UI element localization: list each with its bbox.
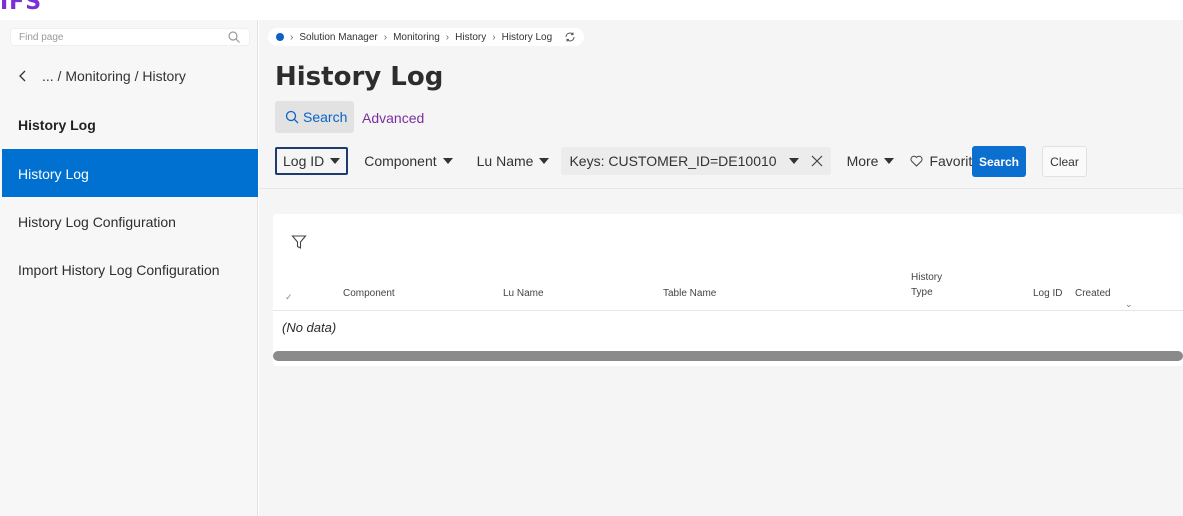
horizontal-scrollbar[interactable] xyxy=(273,351,1183,361)
sidebar-item-label: History Log Configuration xyxy=(18,214,176,230)
filter-bar: Log ID Component Lu Name Keys: CUSTOMER_… xyxy=(275,147,993,175)
main-content: › Solution Manager › Monitoring › Histor… xyxy=(259,20,1183,516)
status-dot-icon xyxy=(276,33,284,41)
ifs-logo: IFS xyxy=(0,0,43,15)
column-header-created[interactable]: Created xyxy=(1075,288,1111,299)
clear-button[interactable]: Clear xyxy=(1042,146,1087,177)
empty-state-text: (No data) xyxy=(282,320,337,335)
select-all-check-icon[interactable]: ✓ xyxy=(285,292,293,303)
breadcrumb-monitoring[interactable]: Monitoring xyxy=(393,32,440,43)
column-header-history-type-line2: Type xyxy=(911,287,933,298)
chevron-right-icon: › xyxy=(445,31,450,43)
filter-keys-chip[interactable]: Keys: CUSTOMER_ID=DE10010 xyxy=(561,147,831,175)
tab-advanced[interactable]: Advanced xyxy=(362,110,424,126)
heart-icon xyxy=(910,155,923,167)
back-path-label: ... / Monitoring / History xyxy=(42,68,186,84)
find-page-input[interactable]: Find page xyxy=(10,28,250,46)
sidebar-item-label: History Log xyxy=(18,166,89,182)
filter-keys-label: Keys: CUSTOMER_ID=DE10010 xyxy=(569,153,777,169)
column-header-log-id[interactable]: Log ID xyxy=(1033,288,1062,299)
back-navigation[interactable]: ... / Monitoring / History xyxy=(18,68,186,84)
filter-more[interactable]: More xyxy=(841,147,901,175)
find-page-placeholder: Find page xyxy=(19,32,64,43)
column-header-lu-name[interactable]: Lu Name xyxy=(503,288,544,299)
filter-log-id[interactable]: Log ID xyxy=(275,147,349,175)
search-button[interactable]: Search xyxy=(972,146,1026,177)
column-header-history-type[interactable]: History Type xyxy=(911,272,942,298)
filter-label: Log ID xyxy=(283,153,325,169)
divider xyxy=(259,188,1183,189)
sidebar-item-history-log[interactable]: History Log xyxy=(2,149,258,197)
page-title: History Log xyxy=(275,62,444,92)
search-icon xyxy=(228,31,240,43)
filter-more-label: More xyxy=(846,153,879,169)
filter-icon[interactable] xyxy=(291,234,307,250)
filter-component[interactable]: Component xyxy=(358,147,458,175)
chevron-right-icon: › xyxy=(290,31,294,43)
search-icon xyxy=(285,110,299,124)
chevron-left-icon[interactable] xyxy=(18,70,28,82)
caret-down-icon[interactable] xyxy=(788,158,799,164)
caret-down-icon xyxy=(539,158,550,164)
results-table: ✓ Component Lu Name Table Name History T… xyxy=(273,214,1183,366)
sidebar-item-import-history-log-configuration[interactable]: Import History Log Configuration xyxy=(2,245,258,293)
refresh-icon[interactable] xyxy=(564,31,576,43)
sort-chevron-down-icon[interactable]: ⌄ xyxy=(1125,299,1133,310)
column-header-component[interactable]: Component xyxy=(343,288,395,299)
sidebar: Find page ... / Monitoring / History His… xyxy=(0,20,258,516)
sidebar-item-label: Import History Log Configuration xyxy=(18,262,220,278)
header-divider xyxy=(273,310,1183,311)
tab-search[interactable]: Search xyxy=(275,101,354,133)
sidebar-heading: History Log xyxy=(18,117,96,133)
caret-down-icon xyxy=(884,158,895,164)
breadcrumb-history-log: History Log xyxy=(501,31,553,43)
caret-down-icon xyxy=(330,158,341,164)
column-header-history-type-line1: History xyxy=(911,272,943,283)
filter-label: Lu Name xyxy=(476,153,534,169)
sidebar-item-history-log-configuration[interactable]: History Log Configuration xyxy=(2,197,258,245)
breadcrumb-solution-manager[interactable]: Solution Manager xyxy=(299,32,377,43)
chevron-right-icon: › xyxy=(383,31,388,43)
caret-down-icon xyxy=(442,158,453,164)
filter-label: Component xyxy=(364,153,437,169)
chevron-right-icon: › xyxy=(492,31,496,43)
breadcrumb: › Solution Manager › Monitoring › Histor… xyxy=(268,28,585,46)
tab-search-label: Search xyxy=(303,109,348,125)
filter-lu-name[interactable]: Lu Name xyxy=(471,147,556,175)
column-header-table-name[interactable]: Table Name xyxy=(663,288,716,299)
breadcrumb-history[interactable]: History xyxy=(455,32,486,43)
close-icon[interactable] xyxy=(811,155,823,167)
